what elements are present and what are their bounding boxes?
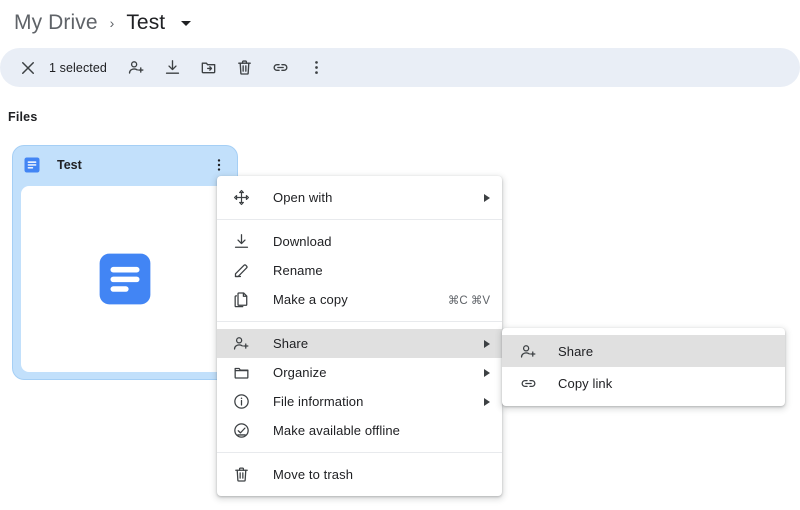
menu-separator [217, 452, 502, 453]
google-docs-thumbnail-icon [99, 253, 151, 305]
link-icon[interactable] [263, 50, 299, 86]
menu-item-file-information[interactable]: File information [217, 387, 502, 416]
submenu-item-copy-link[interactable]: Copy link [502, 367, 785, 399]
trash-icon [231, 465, 251, 485]
submenu-arrow-icon [484, 193, 490, 202]
file-card-more-icon[interactable] [207, 153, 231, 177]
chevron-down-icon[interactable] [181, 20, 192, 26]
share-person-add-icon [231, 334, 251, 354]
menu-item-label: Rename [273, 263, 323, 278]
more-vert-icon[interactable] [299, 50, 335, 86]
download-icon[interactable] [155, 50, 191, 86]
menu-item-move-to-trash[interactable]: Move to trash [217, 460, 502, 489]
menu-item-label: Move to trash [273, 467, 354, 482]
menu-item-label: Share [273, 336, 309, 351]
menu-item-make-available-offline[interactable]: Make available offline [217, 416, 502, 445]
breadcrumb-root[interactable]: My Drive [14, 11, 98, 35]
menu-item-organize[interactable]: Organize [217, 358, 502, 387]
copy-icon [231, 290, 251, 310]
close-icon[interactable] [10, 50, 46, 86]
menu-separator [217, 219, 502, 220]
submenu-item-share[interactable]: Share [502, 335, 785, 367]
submenu-item-label: Copy link [558, 375, 613, 391]
menu-item-label: Open with [273, 190, 333, 205]
google-docs-icon [24, 157, 40, 173]
menu-item-rename[interactable]: Rename [217, 256, 502, 285]
menu-item-make-a-copy[interactable]: Make a copy ⌘C ⌘V [217, 285, 502, 314]
menu-item-share[interactable]: Share [217, 329, 502, 358]
menu-item-label: Download [273, 234, 332, 249]
file-card-header: Test [13, 146, 237, 184]
selection-count: 1 selected [49, 60, 107, 75]
trash-icon[interactable] [227, 50, 263, 86]
context-menu: Open with Download Rename Make a copy ⌘C ⌘V S… [217, 176, 502, 496]
download-icon [231, 232, 251, 252]
move-to-folder-icon[interactable] [191, 50, 227, 86]
folder-icon [231, 363, 251, 383]
selection-toolbar: 1 selected [0, 48, 800, 87]
share-person-add-icon[interactable] [119, 50, 155, 86]
section-title-files: Files [8, 110, 38, 124]
file-card[interactable]: Test [12, 145, 238, 380]
menu-item-shortcut: ⌘C ⌘V [447, 294, 490, 307]
breadcrumb-current[interactable]: Test [126, 11, 165, 35]
link-icon [518, 373, 538, 393]
share-submenu: Share Copy link [502, 328, 785, 406]
breadcrumb: My Drive › Test [14, 6, 192, 40]
submenu-item-label: Share [558, 343, 594, 359]
file-card-name: Test [57, 158, 82, 172]
file-card-thumbnail[interactable] [21, 186, 229, 372]
menu-item-open-with[interactable]: Open with [217, 183, 502, 212]
menu-item-download[interactable]: Download [217, 227, 502, 256]
submenu-arrow-icon [484, 339, 490, 348]
drive-page: My Drive › Test 1 selected Files Test Op… [0, 0, 800, 510]
info-icon [231, 392, 251, 412]
menu-item-label: Make available offline [273, 423, 400, 438]
menu-item-label: Organize [273, 365, 327, 380]
offline-check-icon [231, 421, 251, 441]
breadcrumb-separator-icon: › [109, 15, 115, 31]
menu-item-label: File information [273, 394, 364, 409]
menu-item-label: Make a copy [273, 292, 348, 307]
submenu-arrow-icon [484, 368, 490, 377]
open-with-icon [231, 188, 251, 208]
menu-separator [217, 321, 502, 322]
share-person-add-icon [518, 341, 538, 361]
rename-pencil-icon [231, 261, 251, 281]
submenu-arrow-icon [484, 397, 490, 406]
